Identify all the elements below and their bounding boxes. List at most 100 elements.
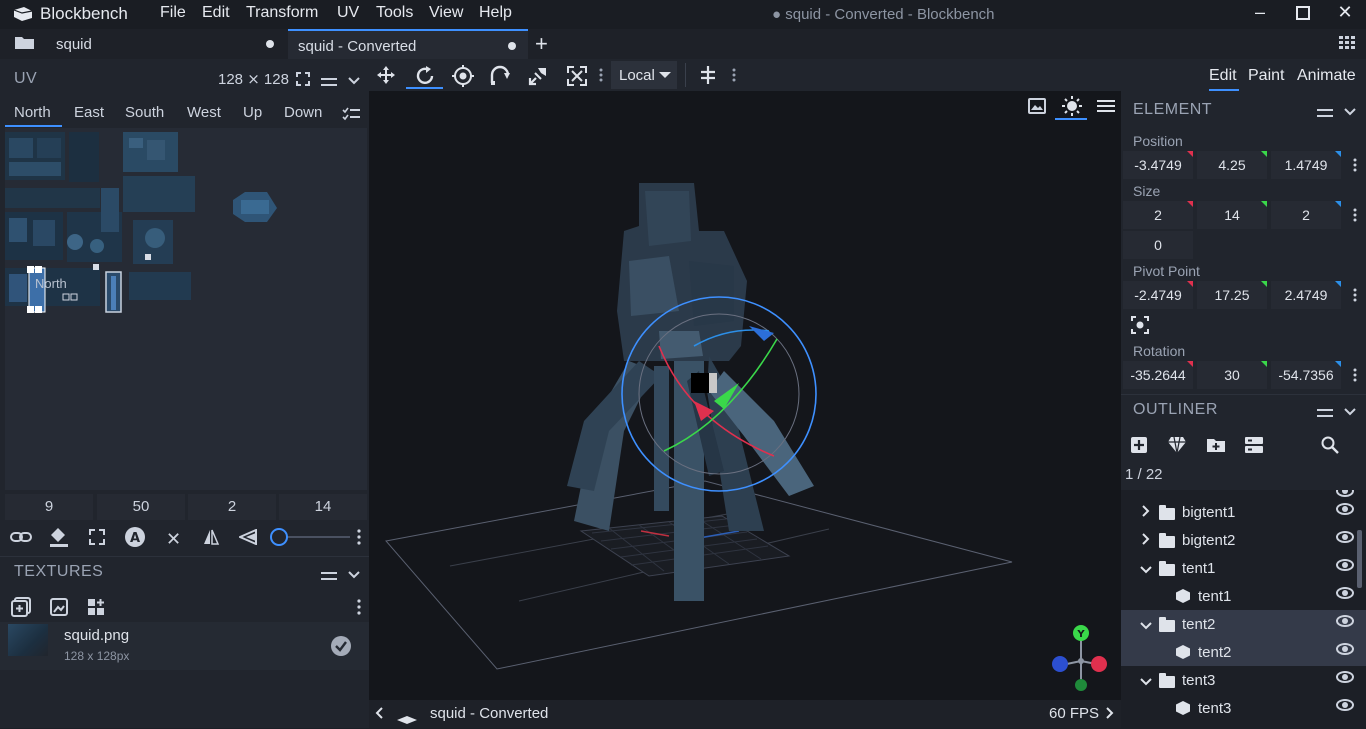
uv-input-y[interactable]: 50	[97, 494, 185, 520]
texture-check-icon[interactable]	[331, 636, 351, 656]
uv-face-west[interactable]: West	[187, 104, 221, 121]
uv-face-up[interactable]: Up	[243, 104, 262, 121]
tab-overview-icon[interactable]	[1339, 36, 1355, 50]
menu-file[interactable]: File	[160, 4, 186, 22]
visibility-eye-icon[interactable]	[1336, 699, 1354, 711]
viewport-menu-icon[interactable]	[1097, 99, 1115, 113]
rotation-z-input[interactable]: -54.7356	[1271, 361, 1341, 389]
uv-face-south[interactable]: South	[125, 104, 164, 121]
add-group-icon[interactable]	[1206, 437, 1226, 453]
more-options-icon[interactable]	[357, 599, 361, 615]
mode-edit[interactable]: Edit	[1209, 67, 1237, 85]
panel-menu-icon[interactable]	[1317, 405, 1333, 417]
open-folder-icon[interactable]	[14, 35, 36, 51]
fullscreen-icon[interactable]	[296, 72, 310, 86]
menu-tools[interactable]: Tools	[376, 4, 413, 22]
add-cube-icon[interactable]	[1130, 436, 1148, 454]
chevron-right-icon[interactable]	[1141, 504, 1151, 521]
mirror-icon[interactable]	[202, 528, 220, 546]
transform-space-select[interactable]: Local	[611, 61, 677, 89]
outliner-row-tent2-cube[interactable]: tent2	[1121, 638, 1366, 666]
visibility-eye-icon[interactable]	[1336, 615, 1354, 627]
pivot-x-input[interactable]: -2.4749	[1123, 281, 1193, 309]
slider-handle[interactable]	[270, 528, 288, 546]
close-button[interactable]: ✕	[1323, 2, 1366, 26]
pivot-y-input[interactable]: 17.25	[1197, 281, 1267, 309]
pivot-tool-icon[interactable]	[452, 65, 474, 87]
screenshot-icon[interactable]	[1028, 98, 1046, 114]
size-y-input[interactable]: 14	[1197, 201, 1267, 229]
visibility-eye-icon[interactable]	[1336, 587, 1354, 599]
mode-paint[interactable]: Paint	[1248, 67, 1284, 85]
visibility-eye-icon[interactable]	[1336, 490, 1354, 497]
uv-face-down[interactable]: Down	[284, 104, 322, 121]
sort-outliner-icon[interactable]	[1244, 436, 1264, 454]
visibility-eye-icon[interactable]	[1336, 643, 1354, 655]
auto-uv-icon[interactable]: A	[124, 526, 146, 548]
panel-menu-icon[interactable]	[1317, 105, 1333, 117]
link-icon[interactable]	[10, 528, 32, 546]
outliner-row-tent1-cube[interactable]: tent1	[1121, 582, 1366, 610]
mirror-modeling-icon[interactable]	[698, 65, 718, 85]
face-options-icon[interactable]	[342, 107, 360, 121]
vertex-snap-icon[interactable]	[490, 65, 512, 87]
pivot-z-input[interactable]: 2.4749	[1271, 281, 1341, 309]
outliner-scrollbar[interactable]	[1357, 530, 1362, 588]
tab-squid-converted[interactable]: squid - Converted	[288, 29, 528, 59]
uv-size[interactable]: 128 ⨯ 128	[218, 70, 289, 88]
chevron-down-icon[interactable]	[1139, 618, 1153, 634]
stretch-tool-icon[interactable]	[527, 65, 549, 87]
uv-face-north[interactable]: North	[14, 104, 51, 121]
pivot-more-icon[interactable]	[1353, 288, 1357, 302]
maximize-button[interactable]	[1281, 2, 1325, 26]
clear-uv-icon[interactable]: ✕	[166, 529, 181, 550]
position-y-input[interactable]: 4.25	[1197, 151, 1267, 179]
outliner-row-tent2-group[interactable]: tent2	[1121, 610, 1366, 638]
visibility-eye-icon[interactable]	[1336, 531, 1354, 543]
3d-viewport[interactable]: Y	[369, 91, 1121, 700]
size-more-icon[interactable]	[1353, 208, 1357, 222]
mode-animate[interactable]: Animate	[1297, 67, 1356, 85]
size-z-input[interactable]: 2	[1271, 201, 1341, 229]
visibility-eye-icon[interactable]	[1336, 559, 1354, 571]
toolbar-more-icon[interactable]	[732, 68, 736, 82]
texture-atlas-icon[interactable]	[87, 598, 107, 616]
inflate-input[interactable]: 0	[1123, 231, 1193, 259]
maximize-uv-icon[interactable]	[89, 529, 105, 545]
outliner-row-tent3-cube[interactable]: tent3	[1121, 694, 1366, 722]
search-icon[interactable]	[1321, 436, 1339, 454]
chevron-right-icon[interactable]	[1104, 706, 1116, 720]
rotate-uv-icon[interactable]	[237, 528, 257, 546]
resize-tool-icon[interactable]	[567, 66, 587, 86]
collapse-chevron-icon[interactable]	[1343, 104, 1357, 116]
menu-transform[interactable]: Transform	[246, 4, 318, 22]
rotation-x-input[interactable]: -35.2644	[1123, 361, 1193, 389]
uv-input-width[interactable]: 2	[188, 494, 276, 520]
chevron-left-icon[interactable]	[373, 706, 385, 720]
position-z-input[interactable]: 1.4749	[1271, 151, 1341, 179]
new-tab-button[interactable]: +	[535, 31, 548, 57]
visibility-eye-icon[interactable]	[1336, 671, 1354, 683]
panel-menu-icon[interactable]	[321, 74, 337, 86]
uv-opacity-slider[interactable]	[270, 528, 350, 546]
create-texture-icon[interactable]	[50, 598, 68, 616]
uv-editor-canvas[interactable]: North	[5, 128, 367, 490]
minimize-button[interactable]: –	[1238, 2, 1282, 26]
rotation-y-input[interactable]: 30	[1197, 361, 1267, 389]
toolbar-more-icon[interactable]	[599, 68, 603, 82]
import-texture-icon[interactable]	[11, 597, 31, 617]
add-mesh-icon[interactable]	[1167, 436, 1187, 454]
menu-view[interactable]: View	[429, 4, 463, 22]
collapse-chevron-icon[interactable]	[347, 73, 361, 85]
tab-squid[interactable]: squid	[46, 29, 286, 59]
uv-face-east[interactable]: East	[74, 104, 104, 121]
outliner-row-tent1-group[interactable]: tent1	[1121, 554, 1366, 582]
paint-bucket-icon[interactable]	[48, 526, 70, 548]
panel-menu-icon[interactable]	[321, 568, 337, 580]
menu-help[interactable]: Help	[479, 4, 512, 22]
outliner-row-tent3-group[interactable]: tent3	[1121, 666, 1366, 694]
rotation-more-icon[interactable]	[1353, 368, 1357, 382]
chevron-down-icon[interactable]	[1139, 674, 1153, 690]
uv-input-x[interactable]: 9	[5, 494, 93, 520]
rotate-tool-icon[interactable]	[414, 65, 436, 87]
